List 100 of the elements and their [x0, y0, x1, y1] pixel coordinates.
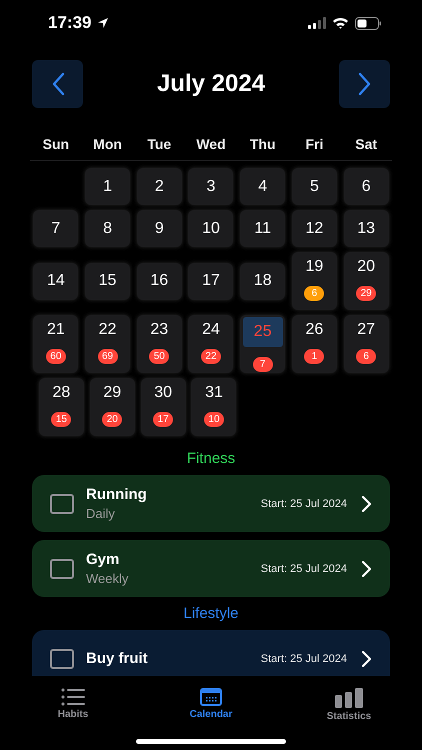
day-cell[interactable]: 22 69	[85, 315, 130, 373]
day-cell[interactable]: 3	[188, 168, 234, 205]
calendar-icon	[200, 688, 222, 706]
habit-checkbox[interactable]	[50, 558, 74, 578]
habit-start-date: Start: 25 Jul 2024	[260, 498, 347, 510]
day-cell[interactable]: 31 10	[191, 378, 236, 436]
day-cell[interactable]: 8	[85, 210, 130, 247]
habit-count-badge: 1	[304, 349, 324, 364]
weekday-label: Tue	[146, 136, 172, 152]
habit-card[interactable]: Buy fruit Start: 25 Jul 2024	[32, 630, 390, 676]
day-number: 17	[202, 272, 220, 290]
habit-count-badge: 15	[51, 412, 72, 427]
today-day-number: 25	[242, 317, 283, 347]
day-cell[interactable]: 10	[188, 210, 234, 247]
habit-card[interactable]: Running Daily Start: 25 Jul 2024	[32, 475, 390, 532]
day-number: 28	[52, 384, 70, 402]
weekday-label: Fri	[304, 136, 324, 152]
day-cell[interactable]: 11	[240, 210, 286, 247]
day-cell[interactable]: 12	[292, 210, 337, 247]
day-number: 27	[357, 321, 376, 339]
day-cell[interactable]: 9	[136, 210, 182, 247]
day-number: 14	[46, 272, 65, 290]
habit-count-badge: 69	[98, 349, 118, 364]
day-cell[interactable]: 19 6	[292, 252, 337, 310]
habit-checkbox[interactable]	[50, 648, 74, 668]
habit-frequency: Daily	[86, 506, 116, 521]
habit-count-badge: 7	[252, 357, 273, 372]
day-number: 6	[362, 178, 371, 196]
habit-name: Running	[86, 486, 148, 503]
day-cell[interactable]: 26 1	[292, 315, 337, 373]
day-number: 22	[98, 321, 116, 339]
bar-chart-icon	[334, 688, 364, 708]
day-number: 30	[154, 384, 172, 402]
day-cell[interactable]: 17	[188, 262, 234, 300]
day-cell[interactable]: 6	[344, 168, 389, 205]
day-cell[interactable]: 15	[85, 262, 130, 300]
wifi-icon	[332, 17, 349, 29]
habit-count-badge: 17	[153, 412, 174, 427]
habit-name: Gym	[86, 551, 120, 568]
day-cell[interactable]: 13	[344, 210, 389, 247]
day-number: 9	[154, 220, 164, 238]
category-title: Fitness	[186, 450, 236, 467]
day-cell[interactable]: 21 60	[33, 315, 78, 373]
tab-bar-item[interactable]: Habits	[38, 688, 108, 722]
habit-count-badge: 10	[204, 412, 224, 427]
chevron-right-icon	[361, 560, 372, 578]
day-cell[interactable]: 23 50	[136, 315, 182, 373]
tab-bar-item[interactable]: Calendar	[176, 688, 246, 722]
day-cell[interactable]: 24 22	[188, 315, 234, 373]
category-title: Lifestyle	[182, 605, 240, 622]
habit-count-badge: 20	[102, 412, 122, 427]
day-cell[interactable]: 16	[136, 262, 182, 300]
day-cell[interactable]: 18	[240, 262, 286, 300]
day-cell[interactable]: 28 15	[38, 378, 84, 436]
day-cell[interactable]: 20 29	[344, 252, 389, 310]
day-cell[interactable]: 4	[240, 168, 286, 205]
day-cell[interactable]: 30 17	[140, 378, 186, 436]
habit-count-badge: 29	[356, 286, 376, 301]
habit-name: Buy fruit	[86, 650, 149, 667]
day-cell[interactable]: 5	[292, 168, 337, 205]
day-cell[interactable]: 14	[33, 262, 78, 300]
day-number: 13	[357, 220, 376, 238]
chevron-left-icon	[50, 72, 64, 96]
habit-start-date: Start: 25 Jul 2024	[260, 562, 347, 574]
weekday-label: Sat	[354, 136, 378, 152]
day-number: 21	[46, 321, 65, 339]
day-number: 10	[202, 220, 220, 238]
day-number: 2	[154, 178, 164, 196]
habit-card[interactable]: Gym Weekly Start: 25 Jul 2024	[32, 540, 390, 597]
weekday-label: Sun	[42, 136, 70, 152]
day-cell[interactable]: 29 20	[90, 378, 135, 436]
day-number: 29	[103, 384, 122, 402]
day-cell[interactable]: 2	[136, 168, 182, 205]
weekday-label: Wed	[195, 136, 227, 152]
habit-checkbox[interactable]	[50, 494, 74, 514]
previous-month-button[interactable]	[32, 60, 83, 108]
day-number: 7	[51, 220, 60, 238]
day-number: 31	[205, 384, 223, 402]
day-cell[interactable]: 27 6	[344, 315, 389, 373]
day-number: 23	[150, 321, 168, 339]
day-number: 16	[150, 272, 168, 290]
signal-icon	[308, 17, 326, 29]
day-number: 24	[202, 321, 220, 339]
day-cell[interactable]: 1	[85, 168, 130, 205]
day-number: 26	[306, 321, 324, 339]
habit-count-badge: 6	[356, 349, 376, 364]
habit-count-badge: 50	[149, 349, 170, 364]
day-number: 8	[103, 220, 112, 238]
habit-frequency: Weekly	[86, 571, 130, 586]
day-number: 20	[357, 258, 376, 276]
day-number: 15	[98, 272, 116, 290]
list-icon	[61, 688, 85, 706]
day-cell[interactable]: 7	[33, 210, 78, 247]
day-number: 12	[306, 220, 324, 238]
day-number: 1	[103, 178, 112, 196]
habit-count-badge: 22	[200, 349, 221, 364]
chevron-right-icon	[358, 72, 372, 96]
tab-bar-item[interactable]: Statistics	[314, 688, 384, 722]
next-month-button[interactable]	[339, 60, 390, 108]
day-number: 3	[206, 178, 216, 196]
